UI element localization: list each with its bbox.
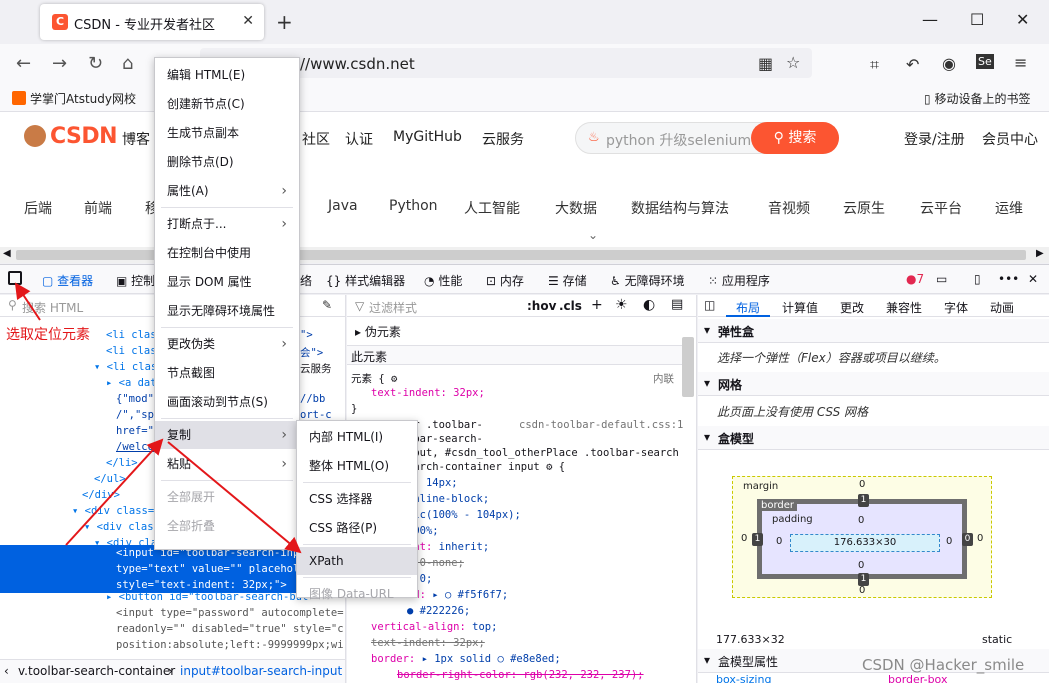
annotation-arrows xyxy=(14,282,302,554)
arrow-to-copy xyxy=(65,438,164,546)
arrow-to-xpath xyxy=(167,441,302,554)
arrow-to-picker xyxy=(14,282,41,321)
watermark: CSDN @Hacker_smile xyxy=(862,656,1025,674)
annotation-label: 选取定位元素 xyxy=(6,327,90,343)
